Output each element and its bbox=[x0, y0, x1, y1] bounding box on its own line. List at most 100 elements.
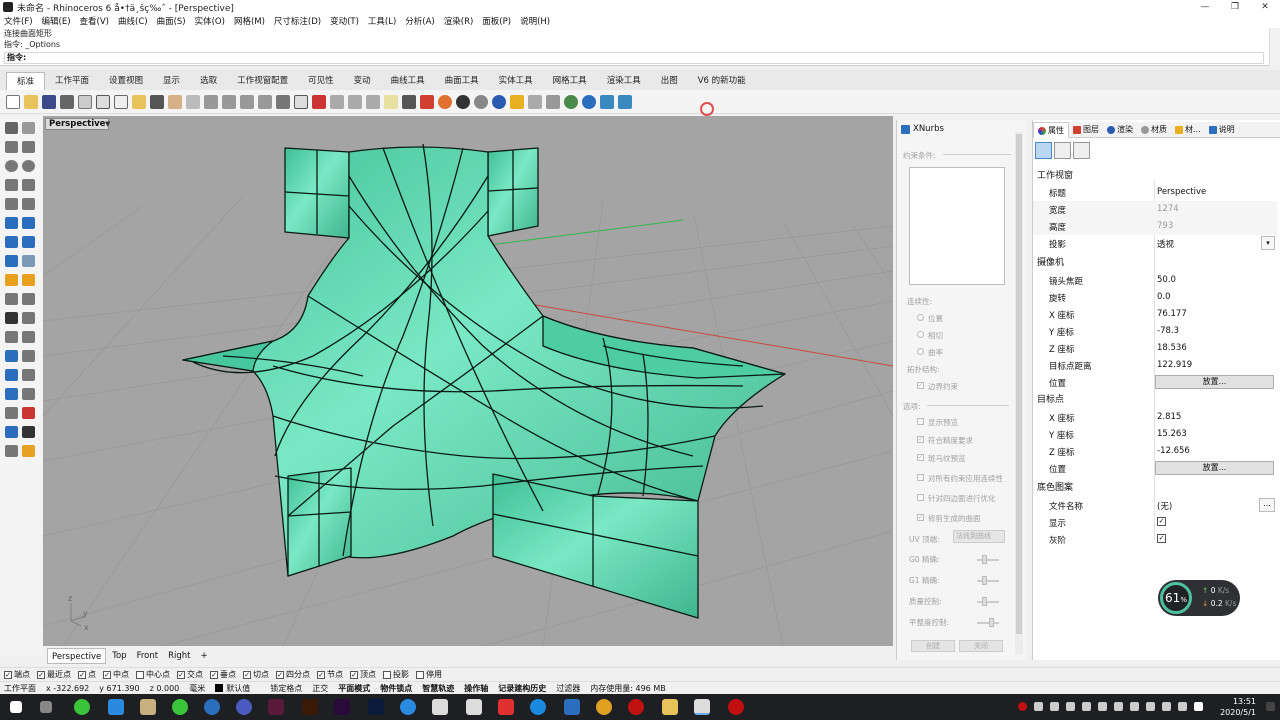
osnap-point[interactable]: ✓ 点 bbox=[78, 669, 96, 680]
illustrator-icon[interactable] bbox=[302, 699, 318, 715]
plugin-icon[interactable] bbox=[600, 94, 614, 109]
zoom-icon[interactable] bbox=[204, 94, 218, 109]
select-icon[interactable] bbox=[330, 94, 344, 109]
osnap-checkbox[interactable]: ✓ bbox=[78, 670, 86, 679]
tab-transform[interactable]: 变动 bbox=[344, 72, 381, 90]
rhino-icon[interactable] bbox=[432, 699, 448, 715]
point-icon[interactable] bbox=[22, 122, 35, 134]
cut-icon[interactable] bbox=[96, 94, 110, 109]
tab-top[interactable]: Top bbox=[108, 648, 130, 664]
title-value[interactable]: Perspective bbox=[1157, 187, 1206, 197]
xnurbs-surface[interactable] bbox=[182, 143, 786, 619]
tab-properties[interactable]: 属性 bbox=[1033, 122, 1069, 138]
polyline-icon[interactable] bbox=[5, 141, 18, 153]
app-icon[interactable] bbox=[498, 699, 514, 715]
paste-icon[interactable] bbox=[132, 94, 146, 109]
tab-select[interactable]: 选取 bbox=[190, 72, 227, 90]
tray-icon[interactable] bbox=[1050, 702, 1059, 711]
light-tool-icon[interactable] bbox=[5, 274, 18, 286]
grid-snap-toggle[interactable]: 锁定格点 bbox=[270, 683, 302, 694]
tab-drafting[interactable]: 出图 bbox=[651, 72, 688, 90]
notification-icon[interactable] bbox=[1266, 702, 1275, 711]
edge-icon[interactable] bbox=[530, 699, 546, 715]
history-toggle[interactable]: 记录建构历史 bbox=[498, 683, 546, 694]
osnap-end[interactable]: ✓ 端点 bbox=[4, 669, 30, 680]
camera-y-value[interactable]: -78.3 bbox=[1157, 326, 1179, 336]
scale-icon[interactable] bbox=[22, 369, 35, 381]
tab-solid-tools[interactable]: 实体工具 bbox=[489, 72, 543, 90]
osnap-mid[interactable]: ✓ 中点 bbox=[103, 669, 129, 680]
menu-curve[interactable]: 曲线(C) bbox=[118, 15, 148, 27]
command-scrollbar[interactable] bbox=[1269, 28, 1280, 66]
explode-icon[interactable] bbox=[22, 331, 35, 343]
tab-libraries[interactable]: 材... bbox=[1171, 122, 1205, 138]
circle-icon[interactable] bbox=[5, 160, 18, 172]
osnap-checkbox[interactable]: ✓ bbox=[177, 670, 185, 679]
recorder-icon[interactable] bbox=[628, 699, 644, 715]
app-icon[interactable] bbox=[236, 699, 252, 715]
save-icon[interactable] bbox=[42, 94, 56, 109]
tab-mesh-tools[interactable]: 网格工具 bbox=[543, 72, 597, 90]
continuity-curvature-radio[interactable] bbox=[917, 348, 924, 355]
tab-right[interactable]: Right bbox=[164, 648, 194, 664]
constraints-list[interactable] bbox=[909, 167, 1005, 285]
place-camera-button[interactable]: 放置... bbox=[1155, 375, 1274, 389]
tab-set-view[interactable]: 设置视图 bbox=[99, 72, 153, 90]
layer-icon[interactable] bbox=[420, 94, 434, 109]
boundary-constraint-checkbox[interactable]: ✓ bbox=[917, 382, 924, 389]
copy-icon[interactable] bbox=[114, 94, 128, 109]
zoom-selected-icon[interactable] bbox=[258, 94, 272, 109]
osnap-toggle[interactable]: 物件锁点 bbox=[380, 683, 412, 694]
tray-record-icon[interactable] bbox=[1018, 702, 1027, 711]
command-input[interactable]: 指令: bbox=[4, 52, 1264, 64]
app-icon[interactable] bbox=[564, 699, 580, 715]
menu-analyze[interactable]: 分析(A) bbox=[405, 15, 434, 27]
surface-icon[interactable] bbox=[5, 217, 18, 229]
menu-surface[interactable]: 曲面(S) bbox=[157, 15, 186, 27]
create-button[interactable]: 创建 bbox=[911, 640, 955, 652]
tab-materials[interactable]: 材质 bbox=[1137, 122, 1171, 138]
import-icon[interactable] bbox=[78, 94, 92, 109]
quality-slider-handle[interactable] bbox=[982, 597, 987, 606]
tab-visibility[interactable]: 可见性 bbox=[298, 72, 344, 90]
target-x-value[interactable]: 2.815 bbox=[1157, 412, 1181, 422]
menu-view[interactable]: 查看(V) bbox=[80, 15, 109, 27]
rotate-view-icon[interactable] bbox=[186, 94, 200, 109]
network-icon[interactable] bbox=[1146, 702, 1155, 711]
offset-icon[interactable] bbox=[22, 350, 35, 362]
tab-layers[interactable]: 图层 bbox=[1069, 122, 1103, 138]
move-tool-icon[interactable] bbox=[5, 369, 18, 381]
ellipse-icon[interactable] bbox=[22, 160, 35, 172]
chrome-icon[interactable] bbox=[596, 699, 612, 715]
smooth-slider-handle[interactable] bbox=[989, 618, 994, 627]
tray-icon[interactable] bbox=[1130, 702, 1139, 711]
fillet-curve-icon[interactable] bbox=[22, 198, 35, 210]
osnap-near[interactable]: ✓ 最近点 bbox=[37, 669, 71, 680]
tray-icon[interactable] bbox=[1034, 702, 1043, 711]
after-effects-icon[interactable] bbox=[334, 699, 350, 715]
web-icon[interactable] bbox=[564, 94, 578, 109]
viewport-menu-arrow-icon[interactable]: ▼ bbox=[105, 118, 113, 130]
tray-icon[interactable] bbox=[1114, 702, 1123, 711]
tab-curve-tools[interactable]: 曲线工具 bbox=[381, 72, 435, 90]
record-icon[interactable] bbox=[728, 699, 744, 715]
new-file-icon[interactable] bbox=[6, 94, 20, 109]
smooth-slider[interactable] bbox=[977, 622, 999, 624]
tray-icon[interactable] bbox=[1098, 702, 1107, 711]
curve-icon[interactable] bbox=[22, 141, 35, 153]
viewport-title[interactable]: Perspective bbox=[45, 118, 110, 130]
wechat-icon[interactable] bbox=[74, 699, 90, 715]
arc-icon[interactable] bbox=[5, 179, 18, 191]
chat-icon[interactable] bbox=[172, 699, 188, 715]
mesh-icon[interactable] bbox=[22, 255, 35, 267]
lens-value[interactable]: 50.0 bbox=[1157, 275, 1176, 285]
help-icon[interactable] bbox=[582, 94, 596, 109]
osnap-intersection[interactable]: ✓ 交点 bbox=[177, 669, 203, 680]
osnap-disable[interactable]: 停用 bbox=[416, 669, 442, 680]
undo-view-icon[interactable] bbox=[276, 94, 290, 109]
properties-icon[interactable] bbox=[438, 94, 452, 109]
add-viewport-tab-icon[interactable]: + bbox=[196, 648, 211, 664]
osnap-checkbox[interactable]: ✓ bbox=[317, 670, 325, 679]
grid-array-icon[interactable] bbox=[5, 407, 18, 419]
filename-value[interactable]: (无) bbox=[1157, 500, 1172, 512]
